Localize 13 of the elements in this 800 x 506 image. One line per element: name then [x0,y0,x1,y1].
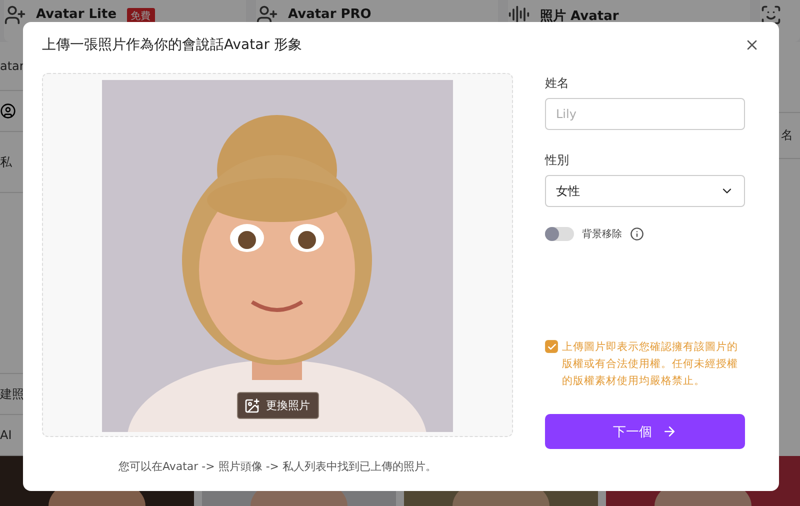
tab-label: 照片 Avatar [540,8,619,25]
tab-label: Avatar Lite [36,7,117,22]
menu-text: 名 [781,127,793,144]
field-label: 性別 [545,152,570,169]
toggle-label: 背景移除 [582,228,622,241]
field-label: 姓名 [545,75,570,92]
tab-label: Avatar PRO [288,7,372,22]
consent-text: 上傳圖片即表示您確認擁有該圖片的版權或有合法使用權。任何未經授權的版權素材使用均嚴格禁止。 [562,340,739,389]
menu-text: atar [0,59,24,73]
menu-text: 私 [0,154,12,170]
menu-text: 建照 [0,386,24,402]
hint-text: 您可以在Avatar -> 照片頭像 -> 私人列表中找到已上傳的照片。 [118,459,437,474]
menu-text: AI [0,428,12,442]
